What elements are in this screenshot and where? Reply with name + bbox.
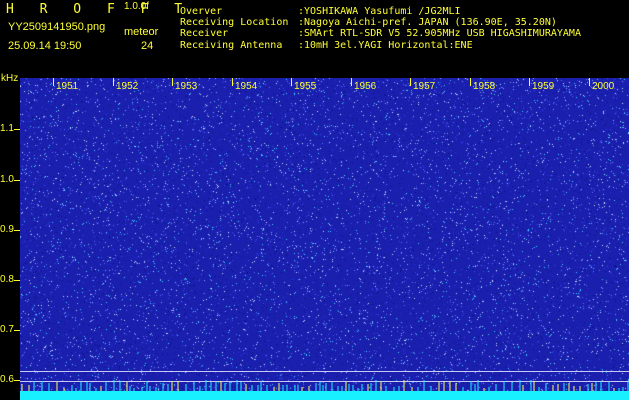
info-key: Receiver bbox=[180, 28, 229, 40]
meteor-label: meteor bbox=[124, 26, 159, 38]
y-tick-label: 1.0 bbox=[0, 174, 14, 185]
info-value: :YOSHIKAWA Yasufumi /JG2MLI bbox=[298, 6, 461, 17]
time-tick bbox=[291, 78, 292, 86]
spectrogram-plot[interactable]: 1951 1952 1953 1954 1955 1956 1957 1958 … bbox=[20, 78, 629, 400]
time-tick bbox=[351, 78, 352, 86]
app-version: 1.0.0f bbox=[124, 1, 150, 12]
time-label: 1953 bbox=[175, 81, 198, 92]
time-label: 1956 bbox=[354, 81, 377, 92]
info-row-receiver: Receiver :SMArt RTL-SDR V5 52.905MHz USB … bbox=[180, 28, 581, 39]
y-tick-label: 0.6 bbox=[0, 374, 14, 385]
info-key: Receiving Location bbox=[180, 17, 289, 29]
bottom-signal-marks bbox=[21, 380, 629, 391]
info-row-antenna: Receiving Antenna :10mH 3el.YAGI Horizont… bbox=[180, 40, 581, 51]
bottom-signal-band bbox=[20, 391, 629, 400]
time-tick bbox=[589, 78, 590, 86]
time-label: 1955 bbox=[294, 81, 317, 92]
time-tick bbox=[529, 78, 530, 86]
info-value: :10mH 3el.YAGI Horizontal:ENE bbox=[298, 39, 473, 51]
station-info: Overver :YOSHIKAWA Yasufumi /JG2MLI Recei… bbox=[180, 6, 581, 51]
y-tick-label: 1.1 bbox=[0, 123, 14, 134]
info-key: Overver bbox=[180, 6, 223, 17]
meteor-count: 24 bbox=[141, 40, 154, 52]
time-label: 2000 bbox=[592, 81, 615, 92]
spectrogram-noise bbox=[20, 78, 629, 400]
time-label: 1952 bbox=[116, 81, 139, 92]
time-tick bbox=[53, 78, 54, 86]
app-name: H R O F F T bbox=[6, 2, 192, 17]
y-tick-label: 0.9 bbox=[0, 224, 14, 235]
y-tick-label: 0.7 bbox=[0, 324, 14, 335]
info-value: :Nagoya Aichi-pref. JAPAN (136.90E, 35.2… bbox=[298, 17, 557, 29]
time-tick bbox=[113, 78, 114, 86]
reference-line bbox=[20, 371, 629, 372]
time-label: 1958 bbox=[473, 81, 496, 92]
info-key: Receiving Antenna bbox=[180, 39, 283, 51]
header-panel: H R O F F T 1.0.0f YY2509141950.png mete… bbox=[0, 0, 629, 78]
time-label: 1951 bbox=[56, 81, 79, 92]
y-axis-unit: kHz bbox=[1, 73, 19, 84]
time-tick bbox=[172, 78, 173, 86]
time-tick bbox=[410, 78, 411, 86]
time-tick bbox=[232, 78, 233, 86]
time-label: 1957 bbox=[413, 81, 436, 92]
time-label: 1959 bbox=[532, 81, 555, 92]
time-label: 1954 bbox=[235, 81, 258, 92]
file-name: YY2509141950.png bbox=[8, 21, 106, 33]
info-row-location: Receiving Location :Nagoya Aichi-pref. JA… bbox=[180, 17, 581, 28]
info-row-observer: Overver :YOSHIKAWA Yasufumi /JG2MLI bbox=[180, 6, 581, 17]
info-value: :SMArt RTL-SDR V5 52.905MHz USB HIGASHIM… bbox=[298, 28, 581, 40]
y-tick-label: 0.8 bbox=[0, 274, 14, 285]
time-tick bbox=[470, 78, 471, 86]
capture-datetime: 25.09.14 19:50 bbox=[8, 40, 82, 52]
